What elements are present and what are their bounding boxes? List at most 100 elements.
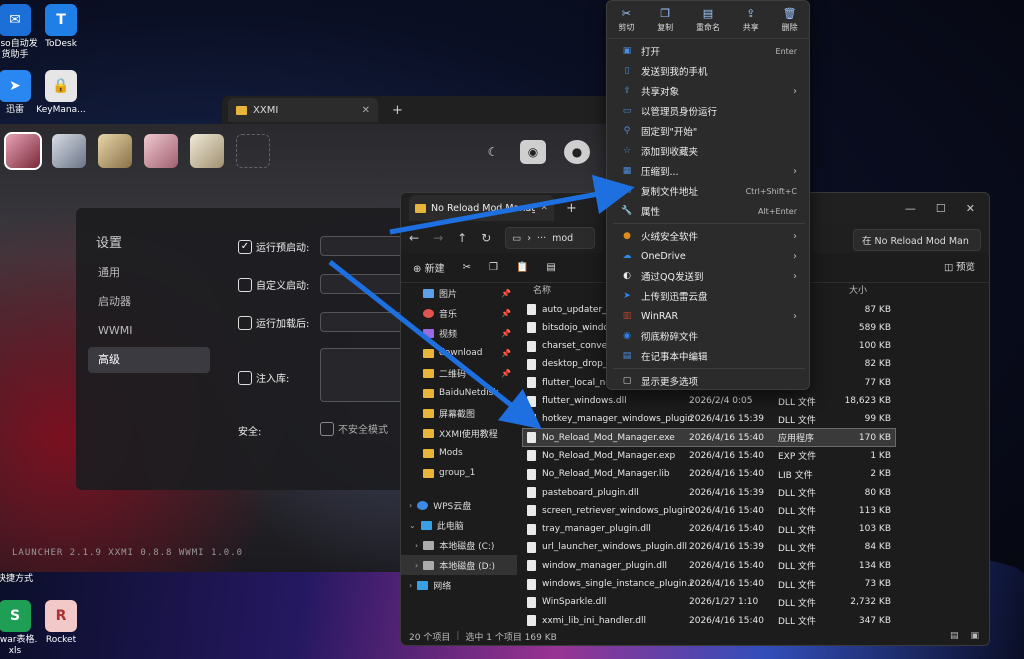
game-icon-honkai[interactable] xyxy=(190,134,224,168)
file-row[interactable]: No_Reload_Mod_Manager.exp 2026/4/16 15:40… xyxy=(523,447,895,464)
unsafe-mode-checkbox[interactable] xyxy=(320,421,334,436)
xxmi-tab[interactable]: XXMI ✕ xyxy=(228,98,378,122)
sidebar-item-network[interactable]: › 网络 xyxy=(401,575,517,595)
nav-wwmi[interactable]: WWMI xyxy=(88,318,210,344)
desktop-icon-rocket[interactable]: R Rocket xyxy=(32,600,90,646)
explorer-tab[interactable]: No Reload Mod Manager - 0 ✕ xyxy=(409,195,554,221)
paste-icon[interactable]: 📋 xyxy=(516,262,528,273)
back-icon[interactable]: ← xyxy=(409,231,419,245)
context-menu-item[interactable]: ▢ 显示更多选项 xyxy=(613,371,805,391)
close-tab-icon[interactable]: ✕ xyxy=(540,203,548,213)
context-menu-item[interactable]: ▦ 压缩到... › xyxy=(613,161,805,181)
context-menu-item[interactable]: ➤ 上传到迅雷云盘 xyxy=(613,286,805,306)
post-load-checkbox[interactable] xyxy=(238,315,252,330)
context-menu-item[interactable]: ☁ OneDrive › xyxy=(613,246,805,266)
game-icon-genshin[interactable] xyxy=(52,134,86,168)
game-icon-zzz[interactable] xyxy=(144,134,178,168)
file-row[interactable]: pasteboard_plugin.dll 2026/4/16 15:39 DLL … xyxy=(523,484,895,501)
sidebar-item-screenshots[interactable]: 屏幕截图 xyxy=(401,403,517,423)
column-name[interactable]: 名称 xyxy=(533,283,551,299)
file-row[interactable]: WinSparkle.dll 2026/1/27 1:10 DLL 文件 2,732 … xyxy=(523,594,895,611)
preview-button[interactable]: ◫ 预览 xyxy=(944,259,975,273)
address-input[interactable]: ▭ › ··· mod xyxy=(505,227,596,249)
desktop-icon-keymanager[interactable]: 🔒 KeyMana... xyxy=(32,70,90,116)
context-menu-item[interactable]: ◉ 彻底粉碎文件 xyxy=(613,326,805,346)
sidebar-item-download[interactable]: download 📌 xyxy=(401,343,517,363)
forward-icon[interactable]: → xyxy=(433,231,443,245)
context-menu-item[interactable]: ● 火绒安全软件 › xyxy=(613,226,805,246)
file-row[interactable]: url_launcher_windows_plugin.dll 2026/4/16… xyxy=(523,539,895,556)
game-icon-starrail[interactable] xyxy=(98,134,132,168)
refresh-icon[interactable]: ↻ xyxy=(481,231,491,245)
add-game-icon[interactable] xyxy=(236,134,270,168)
new-tab-button[interactable]: + xyxy=(392,103,403,118)
context-menu-item[interactable]: ▯ 发送到我的手机 xyxy=(613,61,805,81)
context-menu-item[interactable]: ☆ 添加到收藏夹 xyxy=(613,141,805,161)
file-row-selected[interactable]: No_Reload_Mod_Manager.exe 2026/4/16 15:40… xyxy=(522,428,896,448)
sidebar-item-pictures[interactable]: 图片 📌 xyxy=(401,283,517,303)
new-button[interactable]: ⊕ 新建 xyxy=(413,260,445,275)
context-menu-item[interactable]: ⇪ 共享对象 › xyxy=(613,81,805,101)
file-row[interactable]: No_Reload_Mod_Manager.lib 2026/4/16 15:40… xyxy=(523,466,895,483)
file-row[interactable]: tray_manager_plugin.dll 2026/4/16 15:40 DL… xyxy=(523,521,895,538)
up-icon[interactable]: ↑ xyxy=(457,231,467,245)
discord-icon[interactable]: ◉ xyxy=(520,140,546,164)
sidebar-item-xxmi-tutorial[interactable]: XXMI使用教程 xyxy=(401,423,517,443)
new-tab-button[interactable]: + xyxy=(566,201,577,216)
cut-icon[interactable]: ✂ xyxy=(463,262,471,273)
moon-icon[interactable]: ☾ xyxy=(480,140,506,164)
file-row[interactable]: windows_single_instance_plugin.dll 2026/4… xyxy=(523,576,895,593)
column-size[interactable]: 大小 xyxy=(849,283,867,299)
tiles-view-icon[interactable]: ▣ xyxy=(970,631,979,641)
custom-launch-input[interactable] xyxy=(320,274,410,294)
context-menu-item[interactable]: ◐ 通过QQ发送到 › xyxy=(613,266,805,286)
sidebar-item-videos[interactable]: 视频 📌 xyxy=(401,323,517,343)
desktop-icon-todesk[interactable]: T ToDesk xyxy=(32,4,90,50)
share-button[interactable]: ⇪ 共享 xyxy=(743,7,759,33)
context-menu-item[interactable]: ▥ WinRAR › xyxy=(613,306,805,326)
desktop-icon-shortcut[interactable]: 快捷方式 xyxy=(0,574,44,585)
github-icon[interactable]: ● xyxy=(564,140,590,164)
close-icon[interactable]: ✕ xyxy=(966,202,975,215)
cut-button[interactable]: ✂ 剪切 xyxy=(618,7,634,33)
rename-button[interactable]: ▤ 重命名 xyxy=(696,7,720,33)
post-load-input[interactable] xyxy=(320,312,410,332)
nav-general[interactable]: 通用 xyxy=(88,260,210,286)
close-tab-icon[interactable]: ✕ xyxy=(362,105,370,116)
custom-launch-checkbox[interactable] xyxy=(238,277,252,292)
inject-libs-checkbox[interactable] xyxy=(238,370,252,385)
details-view-icon[interactable]: ▤ xyxy=(950,631,959,641)
context-menu-item[interactable]: ▣ 打开 Enter xyxy=(613,41,805,61)
context-menu-item[interactable]: 🔧 属性 Alt+Enter xyxy=(613,201,805,221)
rename-icon[interactable]: ▤ xyxy=(546,262,555,273)
context-menu-item[interactable]: ▭ 以管理员身份运行 xyxy=(613,101,805,121)
file-row[interactable]: window_manager_plugin.dll 2026/4/16 15:40… xyxy=(523,557,895,574)
inject-libs-input[interactable] xyxy=(320,348,410,402)
maximize-icon[interactable]: ☐ xyxy=(936,202,946,215)
context-menu-item[interactable]: ⚲ 固定到"开始" xyxy=(613,121,805,141)
minimize-icon[interactable]: — xyxy=(905,202,916,215)
sidebar-item-baidunetdisk[interactable]: BaiduNetdisk xyxy=(401,383,517,403)
search-input[interactable]: 在 No Reload Mod Man xyxy=(853,229,981,251)
sidebar-item-drive-d[interactable]: › 本地磁盘 (D:) xyxy=(401,555,517,575)
copy-icon[interactable]: ❐ xyxy=(489,262,498,273)
sidebar-item-drive-c[interactable]: › 本地磁盘 (C:) xyxy=(401,535,517,555)
sidebar-item-group1[interactable]: group_1 xyxy=(401,463,517,483)
file-row[interactable]: hotkey_manager_windows_plugin.dll 2026/4/… xyxy=(523,411,895,428)
nav-advanced[interactable]: 高级 xyxy=(88,347,210,373)
sidebar-item-mods[interactable]: Mods xyxy=(401,443,517,463)
context-menu-item[interactable]: ▭ 复制文件地址 Ctrl+Shift+C xyxy=(613,181,805,201)
delete-button[interactable]: 🗑 删除 xyxy=(782,7,798,33)
nav-launcher[interactable]: 启动器 xyxy=(88,289,210,315)
pre-launch-checkbox[interactable]: ✓ xyxy=(238,239,252,254)
copy-button[interactable]: ❐ 复制 xyxy=(657,7,673,33)
sidebar-item-qrcode[interactable]: 二维码 📌 xyxy=(401,363,517,383)
sidebar-item-wps-cloud[interactable]: › WPS云盘 xyxy=(401,495,517,515)
more-icon[interactable]: ··· xyxy=(537,233,546,244)
game-icon-wuthering[interactable] xyxy=(4,132,42,170)
file-row[interactable]: screen_retriever_windows_plugin.dll 2026/… xyxy=(523,502,895,519)
sidebar-item-this-pc[interactable]: ⌄ 此电脑 xyxy=(401,515,517,535)
pre-launch-input[interactable] xyxy=(320,236,410,256)
file-row[interactable]: flutter_windows.dll 2026/2/4 0:05 DLL 文件 18… xyxy=(523,393,895,410)
sidebar-item-music[interactable]: 音乐 📌 xyxy=(401,303,517,323)
